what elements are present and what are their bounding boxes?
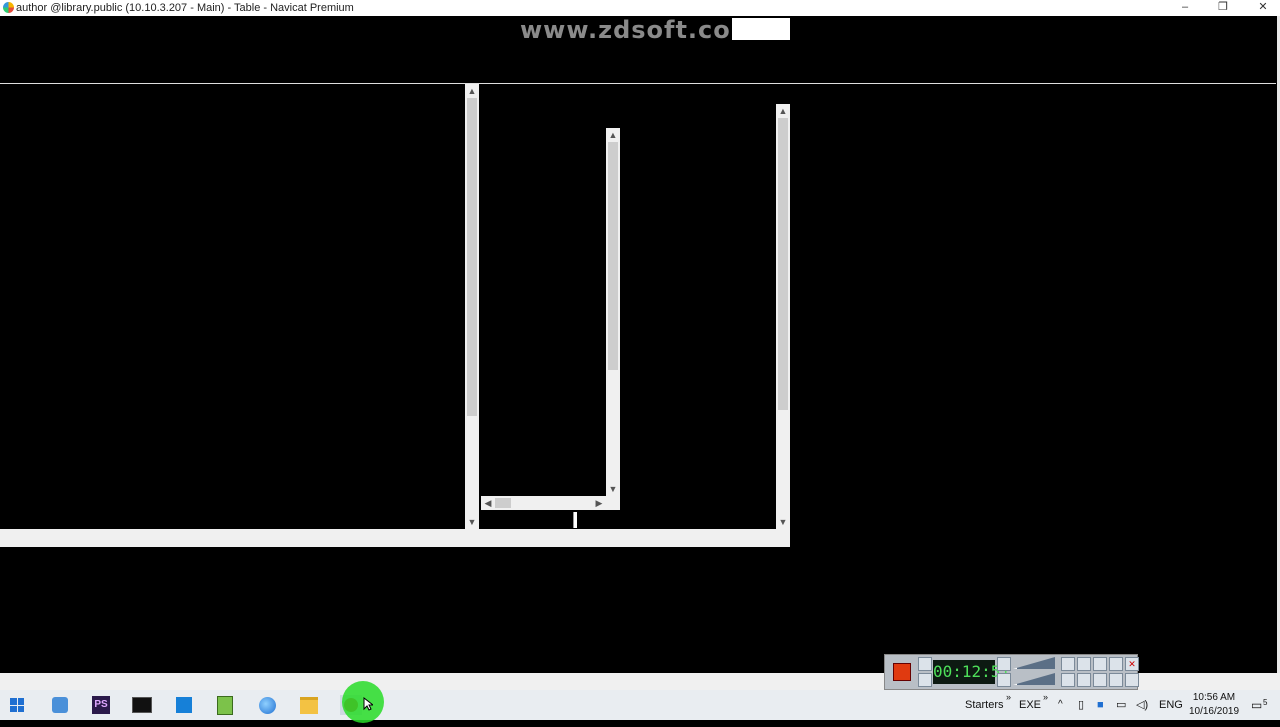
clock-date: 10/16/2019 [1188, 706, 1240, 717]
restore-button[interactable]: ❐ [1208, 0, 1238, 16]
scroll-up-arrow-icon[interactable]: ▲ [465, 84, 479, 98]
chevron-right-icon[interactable]: » [1043, 682, 1048, 712]
network-app-icon[interactable]: ■ [1097, 690, 1104, 720]
folder-icon [300, 696, 318, 714]
scroll-up-arrow-icon[interactable]: ▲ [606, 128, 620, 142]
photoshop-icon: PS [92, 696, 110, 714]
windows-taskbar: PS Starters » EXE » ^ ▯ ■ ▭ ◁) ENG 10:56… [0, 690, 1280, 720]
toolbar-exe[interactable]: EXE [1019, 690, 1041, 720]
stop-record-button[interactable] [893, 663, 911, 681]
store-icon [176, 697, 192, 713]
scroll-down-arrow-icon[interactable]: ▼ [465, 515, 479, 529]
list-hscrollbar[interactable]: ◀ ▶ [481, 496, 620, 510]
notification-center-icon[interactable]: ▭ [1251, 690, 1262, 720]
pause-icon[interactable] [918, 673, 932, 687]
taskbar-app-explorer[interactable] [298, 695, 320, 715]
scroll-thumb[interactable] [467, 98, 477, 416]
taskbar-clock[interactable]: 10:56 AM 10/16/2019 [1186, 691, 1242, 719]
close-button[interactable]: ✕ [1248, 0, 1278, 16]
scroll-up-arrow-icon[interactable]: ▲ [776, 104, 790, 118]
speaker-icon[interactable] [997, 657, 1011, 671]
monitor-icon[interactable] [1109, 673, 1123, 687]
scroll-down-arrow-icon[interactable]: ▼ [606, 482, 620, 496]
watermark-text: www.zdsoft.co [520, 16, 731, 44]
browser-icon [52, 697, 68, 713]
display-icon[interactable] [1125, 673, 1139, 687]
mic-volume-slider[interactable] [1013, 673, 1055, 685]
pen-icon[interactable] [1109, 657, 1123, 671]
toolbar-starters[interactable]: Starters [965, 690, 1004, 720]
alarm-icon[interactable] [918, 657, 932, 671]
close-icon[interactable]: ✕ [1125, 657, 1139, 671]
start-button[interactable] [6, 695, 28, 715]
taskbar-app-store[interactable] [173, 695, 195, 715]
scroll-down-arrow-icon[interactable]: ▼ [776, 515, 790, 529]
recording-timer: 00:12:51 [933, 660, 1010, 684]
taskbar-app-notepad[interactable] [214, 695, 236, 715]
network-icon[interactable]: ▭ [1116, 690, 1126, 720]
show-hidden-icons-icon[interactable]: ^ [1058, 690, 1063, 720]
web-icon[interactable] [1061, 673, 1075, 687]
scroll-thumb[interactable] [608, 142, 618, 370]
scroll-right-arrow-icon[interactable]: ▶ [592, 496, 606, 510]
watermark-mask [732, 18, 790, 40]
window-capture-icon[interactable] [1093, 673, 1107, 687]
scroll-left-arrow-icon[interactable]: ◀ [481, 496, 495, 510]
webcam-icon[interactable] [1061, 657, 1075, 671]
fullscreen-icon[interactable] [1077, 673, 1091, 687]
pane-splitter[interactable] [573, 512, 577, 528]
mouse-pointer-icon [363, 697, 373, 711]
scroll-thumb[interactable] [778, 118, 788, 410]
minimize-button[interactable]: – [1170, 0, 1200, 16]
left-pane-vscrollbar[interactable]: ▲ ▼ [465, 84, 479, 529]
folder-icon[interactable] [1077, 657, 1091, 671]
usb-icon[interactable]: ▯ [1078, 690, 1084, 720]
language-indicator[interactable]: ENG [1159, 690, 1183, 720]
terminal-icon [132, 697, 152, 713]
windows-logo-icon [10, 698, 24, 712]
clock-time: 10:56 AM [1192, 692, 1236, 703]
taskbar-app-photoshop[interactable]: PS [90, 695, 112, 715]
notepad-icon [217, 695, 233, 715]
gear-icon[interactable] [1093, 657, 1107, 671]
taskbar-app-browser[interactable] [49, 695, 71, 715]
speaker-volume-slider[interactable] [1013, 657, 1055, 669]
scroll-thumb[interactable] [495, 498, 511, 508]
right-pane-vscrollbar[interactable]: ▲ ▼ [776, 104, 790, 529]
globe-icon [258, 696, 276, 714]
volume-icon[interactable]: ◁) [1136, 690, 1148, 720]
taskbar-app-globe[interactable] [256, 695, 278, 715]
list-vscrollbar[interactable]: ▲ ▼ [606, 128, 620, 496]
chevron-right-icon[interactable]: » [1006, 682, 1011, 712]
dialog-status-bar [0, 529, 790, 547]
taskbar-app-terminal[interactable] [131, 695, 153, 715]
toolbar-divider [0, 83, 1276, 84]
window-titlebar: author @library.public (10.10.3.207 - Ma… [0, 0, 1280, 16]
navicat-app-icon [3, 2, 14, 13]
notification-count-badge: 5 [1263, 698, 1268, 707]
window-title: author @library.public (10.10.3.207 - Ma… [16, 2, 354, 14]
